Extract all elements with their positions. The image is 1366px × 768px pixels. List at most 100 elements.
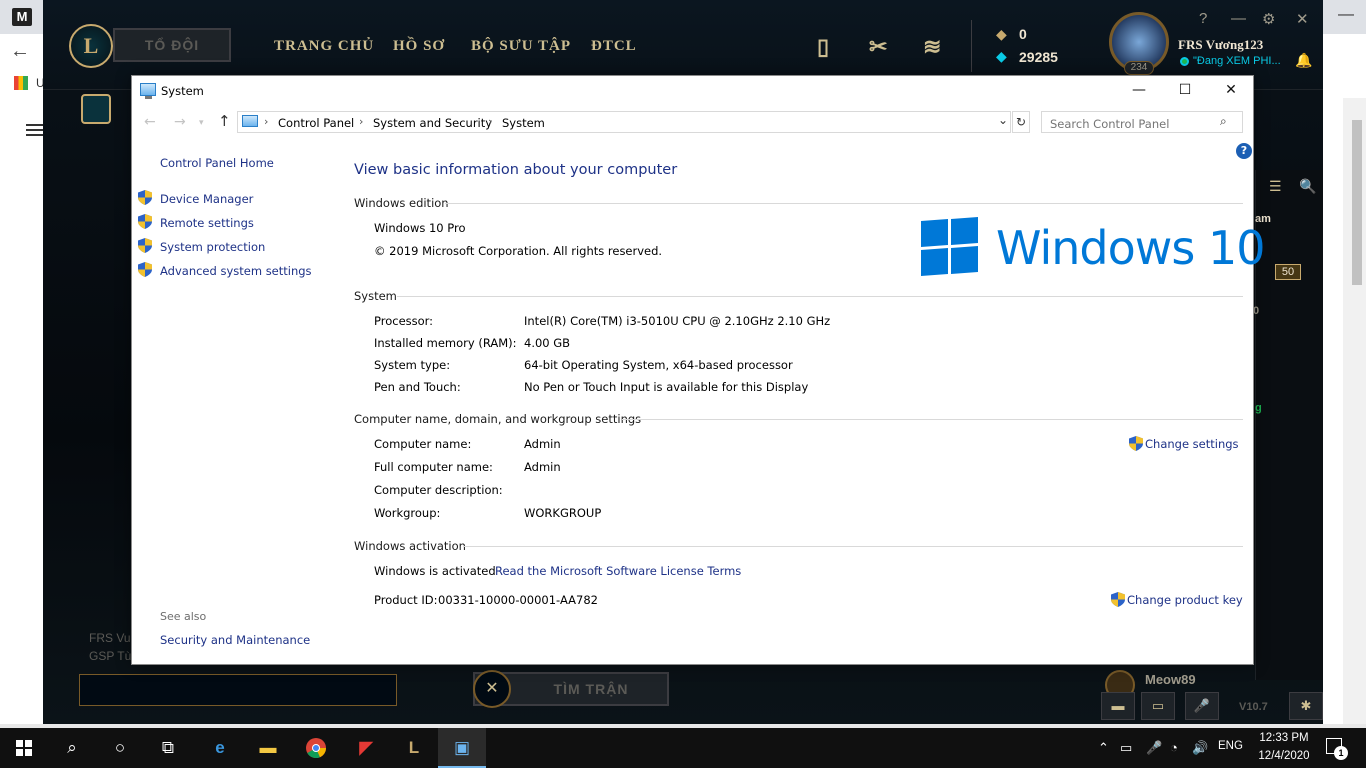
summoner-name[interactable]: FRS Vương123 bbox=[1178, 37, 1263, 53]
blue-essence-value: 29285 bbox=[1019, 49, 1058, 65]
search-input[interactable] bbox=[1041, 111, 1243, 133]
tray-overflow-icon[interactable]: ⌃ bbox=[1098, 740, 1109, 756]
system-type-value: 64-bit Operating System, x64-based proce… bbox=[524, 358, 793, 372]
file-explorer-icon[interactable]: ▬ bbox=[244, 728, 292, 768]
store-icon[interactable]: ≋ bbox=[923, 34, 941, 60]
league-logo-button[interactable]: L bbox=[69, 24, 113, 68]
minimize-button[interactable]: — bbox=[1117, 80, 1161, 104]
device-manager-link[interactable]: Device Manager bbox=[160, 192, 253, 206]
browser-tab-favicon[interactable]: M bbox=[12, 8, 32, 26]
pen-touch-value: No Pen or Touch Input is available for t… bbox=[524, 380, 809, 394]
friend-name[interactable]: Meow89 bbox=[1145, 672, 1196, 687]
battery-icon[interactable]: ▭ bbox=[1120, 740, 1132, 756]
friends-panel-status: g bbox=[1255, 402, 1262, 414]
close-button[interactable]: ✕ bbox=[1209, 80, 1253, 104]
breadcrumb-separator[interactable]: › bbox=[359, 115, 363, 128]
chrome-icon[interactable] bbox=[292, 728, 340, 768]
maximize-button[interactable]: ☐ bbox=[1163, 80, 1207, 104]
breadcrumb-control-panel[interactable]: Control Panel bbox=[278, 116, 354, 130]
cortana-icon[interactable]: ○ bbox=[96, 728, 144, 768]
friends-search-icon[interactable]: 🔍 bbox=[1299, 178, 1316, 195]
pen-touch-label: Pen and Touch: bbox=[374, 380, 461, 394]
edge-icon[interactable]: e bbox=[196, 728, 244, 768]
recent-locations-icon[interactable]: ▾ bbox=[199, 118, 204, 128]
voice-mic-icon[interactable]: 🎤 bbox=[1185, 692, 1219, 720]
uac-shield-icon bbox=[138, 262, 152, 277]
section-divider bbox=[397, 296, 1243, 297]
nav-profile[interactable]: HỒ SƠ bbox=[393, 38, 445, 55]
browser-minimize-button[interactable]: — bbox=[1338, 6, 1354, 24]
party-button[interactable]: TỔ ĐỘI bbox=[113, 28, 231, 62]
section-divider bbox=[445, 203, 1243, 204]
notification-bell-icon[interactable]: 🔔 bbox=[1295, 52, 1312, 69]
nav-collection[interactable]: BỘ SƯU TẬP bbox=[471, 38, 571, 55]
control-panel-home-link[interactable]: Control Panel Home bbox=[160, 156, 274, 170]
forward-arrow-icon[interactable]: → bbox=[174, 114, 186, 130]
apps-icon[interactable] bbox=[14, 76, 28, 90]
address-dropdown-icon[interactable]: ⌄ bbox=[998, 113, 1008, 127]
see-also-label: See also bbox=[160, 610, 207, 623]
report-bug-icon[interactable]: ✱ bbox=[1289, 692, 1323, 720]
volume-icon[interactable]: 🔊 bbox=[1192, 740, 1208, 756]
browser-scrollbar-thumb[interactable] bbox=[1352, 120, 1362, 285]
chat-input[interactable] bbox=[79, 674, 397, 706]
help-icon[interactable]: ? bbox=[1236, 143, 1252, 159]
breadcrumb-separator[interactable]: › bbox=[488, 115, 492, 128]
friends-list-icon[interactable]: ☰ bbox=[1269, 178, 1282, 195]
league-taskbar-icon[interactable]: L bbox=[390, 728, 438, 768]
league-sub-icon[interactable] bbox=[81, 94, 111, 124]
browser-back-button[interactable]: ← bbox=[10, 40, 30, 63]
change-product-key-link[interactable]: Change product key bbox=[1127, 593, 1243, 607]
start-button[interactable] bbox=[0, 728, 48, 768]
system-titlebar[interactable] bbox=[132, 76, 1253, 106]
input-language[interactable]: ENG bbox=[1218, 740, 1243, 752]
task-view-icon[interactable]: ⧉ bbox=[144, 728, 192, 768]
back-arrow-icon[interactable]: ← bbox=[144, 114, 156, 130]
system-window: System — ☐ ✕ ← → ▾ ↑ › Control Panel › S… bbox=[131, 75, 1265, 665]
summoner-status[interactable]: "Đang XEM PHI... bbox=[1193, 55, 1281, 67]
advanced-system-settings-link[interactable]: Advanced system settings bbox=[160, 264, 312, 278]
clock-time[interactable]: 12:33 PM bbox=[1254, 732, 1314, 744]
up-arrow-icon[interactable]: ↑ bbox=[218, 112, 231, 130]
uac-shield-icon bbox=[1129, 436, 1143, 451]
security-maintenance-link[interactable]: Security and Maintenance bbox=[160, 633, 310, 647]
taskbar-search-icon[interactable]: ⌕ bbox=[48, 728, 96, 768]
processor-label: Processor: bbox=[374, 314, 434, 328]
search-icon[interactable]: ⌕ bbox=[1220, 114, 1227, 129]
breadcrumb-system[interactable]: System bbox=[502, 116, 545, 130]
missions-icon[interactable]: ▯ bbox=[817, 34, 829, 60]
system-taskbar-icon[interactable]: ▣ bbox=[438, 728, 486, 768]
hamburger-menu-icon[interactable] bbox=[26, 124, 44, 136]
nav-tft[interactable]: ĐTCL bbox=[591, 38, 637, 55]
breadcrumb-system-security[interactable]: System and Security bbox=[373, 116, 492, 130]
refresh-icon[interactable]: ↻ bbox=[1012, 111, 1030, 133]
topbar-divider bbox=[971, 20, 972, 72]
wifi-icon[interactable]: ◔ bbox=[1170, 740, 1178, 755]
system-monitor-icon bbox=[140, 83, 156, 99]
league-close-button[interactable]: ✕ bbox=[1296, 10, 1309, 28]
nav-home[interactable]: TRANG CHỦ bbox=[274, 38, 374, 55]
breadcrumb-separator[interactable]: › bbox=[264, 115, 268, 128]
cancel-match-icon[interactable]: ✕ bbox=[473, 670, 511, 708]
processor-value: Intel(R) Core(TM) i3-5010U CPU @ 2.10GHz… bbox=[524, 314, 831, 328]
license-terms-link[interactable]: Read the Microsoft Software License Term… bbox=[495, 564, 741, 578]
crafting-icon[interactable]: ✂ bbox=[869, 34, 887, 60]
garena-icon[interactable]: ◤ bbox=[342, 728, 390, 768]
change-settings-link[interactable]: Change settings bbox=[1145, 437, 1239, 451]
chat-icon[interactable]: ▬ bbox=[1101, 692, 1135, 720]
remote-settings-link[interactable]: Remote settings bbox=[160, 216, 254, 230]
league-help-button[interactable]: ? bbox=[1199, 10, 1207, 27]
system-protection-link[interactable]: System protection bbox=[160, 240, 265, 254]
friend-group-icon[interactable]: ▭ bbox=[1141, 692, 1175, 720]
league-minimize-button[interactable]: — bbox=[1231, 10, 1246, 27]
clock-date[interactable]: 12/4/2020 bbox=[1254, 750, 1314, 762]
league-settings-button[interactable]: ⚙ bbox=[1262, 10, 1275, 28]
product-id-value: 00331-10000-00001-AA782 bbox=[438, 593, 598, 607]
edition-name: Windows 10 Pro bbox=[374, 221, 466, 235]
full-computer-name-value: Admin bbox=[524, 460, 561, 474]
ram-label: Installed memory (RAM): bbox=[374, 336, 517, 350]
address-bar[interactable]: › Control Panel › System and Security › … bbox=[237, 111, 1011, 133]
client-version: V10.7 bbox=[1239, 701, 1268, 713]
full-computer-name-label: Full computer name: bbox=[374, 460, 493, 474]
microphone-icon[interactable]: 🎤 bbox=[1146, 740, 1162, 756]
